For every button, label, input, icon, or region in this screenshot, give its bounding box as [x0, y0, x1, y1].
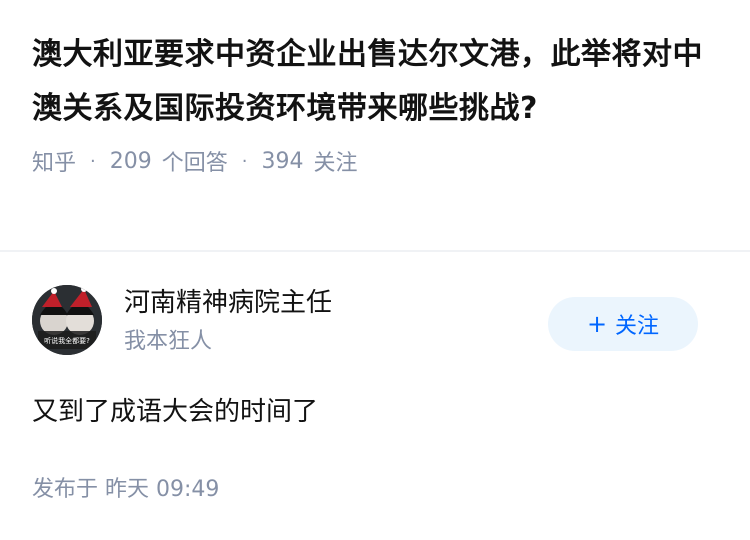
- answer-author-row: 听说我全都要? 河南精神病院主任 我本狂人 + 关注: [32, 285, 718, 361]
- author-name[interactable]: 河南精神病院主任: [124, 285, 332, 321]
- avatar-caption: 听说我全都要?: [44, 336, 90, 345]
- question-title[interactable]: 澳大利亚要求中资企业出售达尔文港，此举将对中澳关系及国际投资环境带来哪些挑战?: [32, 28, 722, 136]
- time-prefix: 发布于: [32, 477, 99, 502]
- source-label: 知乎: [32, 151, 77, 176]
- follow-count: 394: [261, 148, 304, 174]
- separator-dot: ·: [90, 150, 96, 172]
- follow-button-label: 关注: [615, 314, 660, 339]
- follow-button[interactable]: + 关注: [548, 297, 698, 351]
- answer-count-label[interactable]: 个回答: [162, 145, 228, 177]
- answer-time: 发布于 昨天 09:49: [32, 475, 219, 505]
- time-value: 昨天 09:49: [105, 477, 220, 502]
- author-bio: 我本狂人: [124, 329, 213, 354]
- separator-dot: ·: [241, 150, 248, 172]
- plus-icon: +: [586, 310, 608, 338]
- answer-count: 209: [109, 148, 152, 174]
- avatar[interactable]: 听说我全都要?: [32, 285, 102, 355]
- question-header: 澳大利亚要求中资企业出售达尔文港，此举将对中澳关系及国际投资环境带来哪些挑战? …: [32, 28, 722, 176]
- answer-content[interactable]: 又到了成语大会的时间了: [32, 393, 318, 431]
- section-divider: [0, 250, 750, 252]
- follow-count-label: 关注: [313, 151, 358, 176]
- avatar-image: 听说我全都要?: [32, 285, 102, 355]
- question-meta: 知乎 · 209 个回答 · 394 关注: [32, 145, 722, 177]
